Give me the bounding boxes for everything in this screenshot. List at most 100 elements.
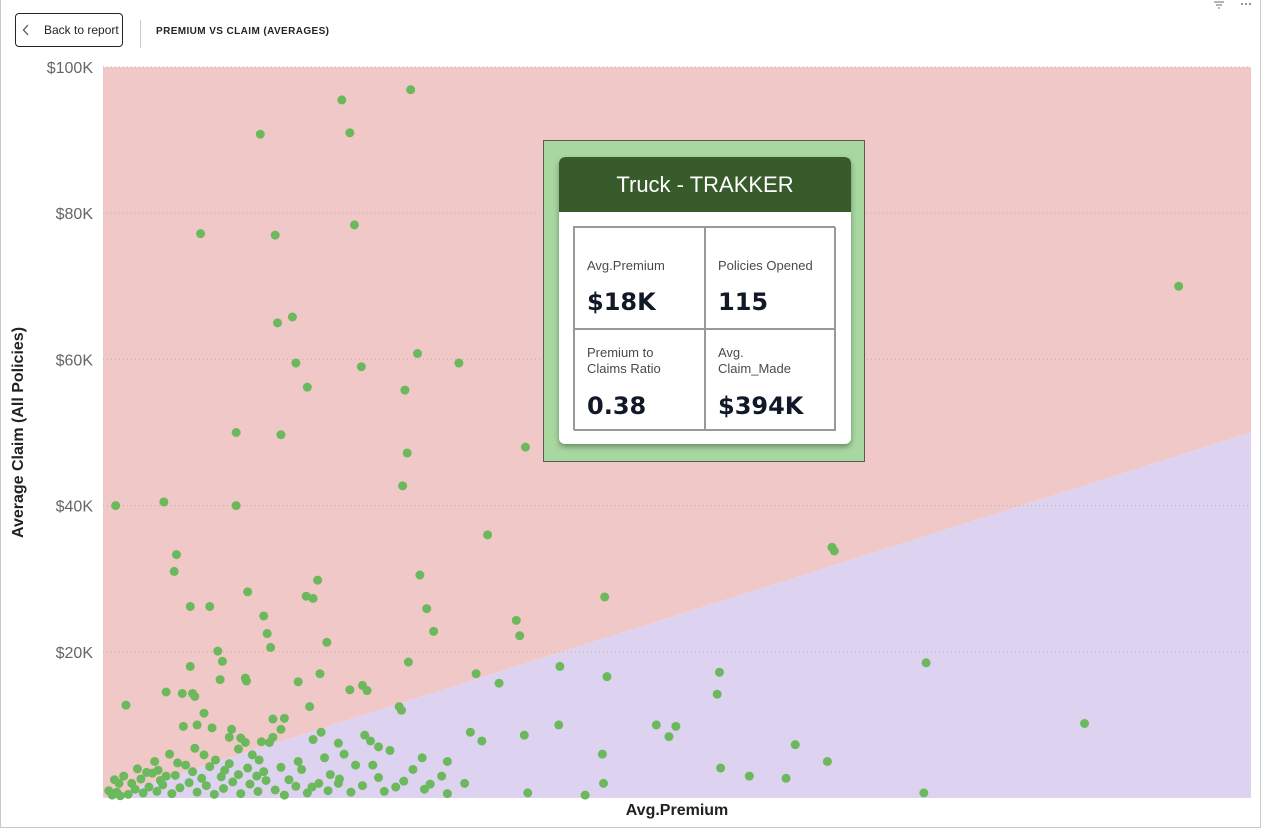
data-point — [175, 783, 185, 793]
data-point — [217, 656, 227, 666]
data-point — [580, 790, 590, 800]
data-point — [231, 428, 241, 437]
data-point — [245, 779, 255, 789]
data-point — [511, 615, 521, 625]
data-point — [419, 784, 429, 794]
data-point — [555, 661, 565, 671]
tooltip-cell-avg-premium: Avg.Premium $18K — [574, 227, 705, 329]
data-point — [320, 753, 330, 763]
data-point — [205, 762, 215, 772]
data-point — [305, 702, 315, 712]
data-point — [190, 743, 200, 753]
data-point — [188, 688, 198, 698]
x-axis-label: Avg.Premium — [626, 802, 729, 819]
tooltip-value: $18K — [587, 288, 656, 316]
data-point — [197, 773, 207, 783]
data-point — [437, 771, 447, 781]
data-point — [651, 720, 661, 730]
y-axis-label: Average Claim (All Policies) — [10, 327, 27, 538]
data-point — [714, 667, 724, 677]
data-point — [357, 781, 367, 791]
data-point — [136, 774, 146, 784]
data-point — [270, 785, 280, 795]
data-point — [177, 688, 187, 698]
data-point — [207, 723, 217, 733]
data-point — [261, 775, 271, 785]
data-point — [921, 658, 931, 668]
data-point — [422, 604, 432, 614]
tooltip-value: 0.38 — [587, 392, 647, 420]
data-point — [379, 786, 389, 796]
data-point — [268, 732, 278, 742]
data-point — [192, 787, 202, 797]
tooltip-cell-premium-claims-ratio: Premium to Claims Ratio 0.38 — [574, 329, 705, 431]
data-point — [114, 778, 124, 788]
data-point — [391, 782, 401, 792]
y-tick-label: $20K — [56, 645, 94, 662]
data-point — [192, 720, 202, 730]
data-point — [209, 789, 219, 799]
data-point — [454, 358, 464, 368]
data-point — [313, 575, 323, 585]
data-point — [178, 721, 188, 731]
data-point — [266, 642, 276, 652]
data-point — [398, 481, 408, 491]
data-point — [315, 669, 325, 679]
data-point — [483, 530, 493, 540]
data-point — [171, 550, 181, 560]
tooltip-title: Truck - TRAKKER — [559, 157, 851, 212]
y-tick-label: $100K — [47, 60, 94, 77]
data-point — [302, 788, 312, 798]
y-tick-label: $40K — [56, 499, 94, 516]
data-point — [664, 732, 674, 742]
tooltip: Truck - TRAKKER Avg.Premium $18K Policie… — [543, 140, 865, 462]
data-point — [173, 758, 183, 768]
data-point — [185, 661, 195, 671]
data-point — [291, 358, 301, 368]
data-point — [170, 770, 180, 780]
data-point — [346, 787, 356, 797]
data-point — [322, 637, 332, 647]
data-point — [233, 744, 243, 754]
data-point — [185, 601, 195, 611]
data-point — [308, 735, 318, 745]
data-point — [417, 753, 427, 763]
data-point — [374, 773, 384, 783]
data-point — [270, 230, 280, 240]
data-point — [255, 129, 265, 139]
data-point — [184, 778, 194, 788]
data-point — [365, 736, 375, 746]
data-point — [385, 745, 395, 755]
data-point — [287, 312, 297, 322]
data-point — [236, 789, 246, 799]
data-point — [519, 730, 529, 740]
data-point — [243, 587, 253, 597]
data-point — [822, 756, 832, 766]
tooltip-label: Policies Opened — [718, 258, 813, 273]
data-point — [132, 764, 142, 774]
data-point — [224, 759, 234, 769]
data-point — [205, 601, 215, 611]
data-point — [919, 788, 929, 798]
data-point — [515, 631, 525, 641]
data-point — [394, 702, 404, 712]
data-point — [253, 786, 263, 796]
data-point — [716, 763, 726, 773]
data-point — [219, 783, 229, 793]
data-point — [790, 740, 800, 750]
data-point — [169, 566, 179, 576]
data-point — [712, 689, 722, 699]
tooltip-cell-avg-claim-made: Avg. Claim_Made $394K — [705, 329, 836, 431]
data-point — [600, 592, 610, 602]
data-point — [181, 760, 191, 770]
data-point — [408, 764, 418, 774]
data-point — [523, 788, 533, 798]
data-point — [188, 767, 198, 777]
data-point — [199, 708, 209, 718]
data-point — [279, 713, 289, 723]
data-point — [284, 775, 294, 785]
data-point — [161, 687, 171, 697]
data-point — [297, 764, 307, 774]
data-point — [337, 95, 347, 105]
data-point — [130, 784, 140, 794]
